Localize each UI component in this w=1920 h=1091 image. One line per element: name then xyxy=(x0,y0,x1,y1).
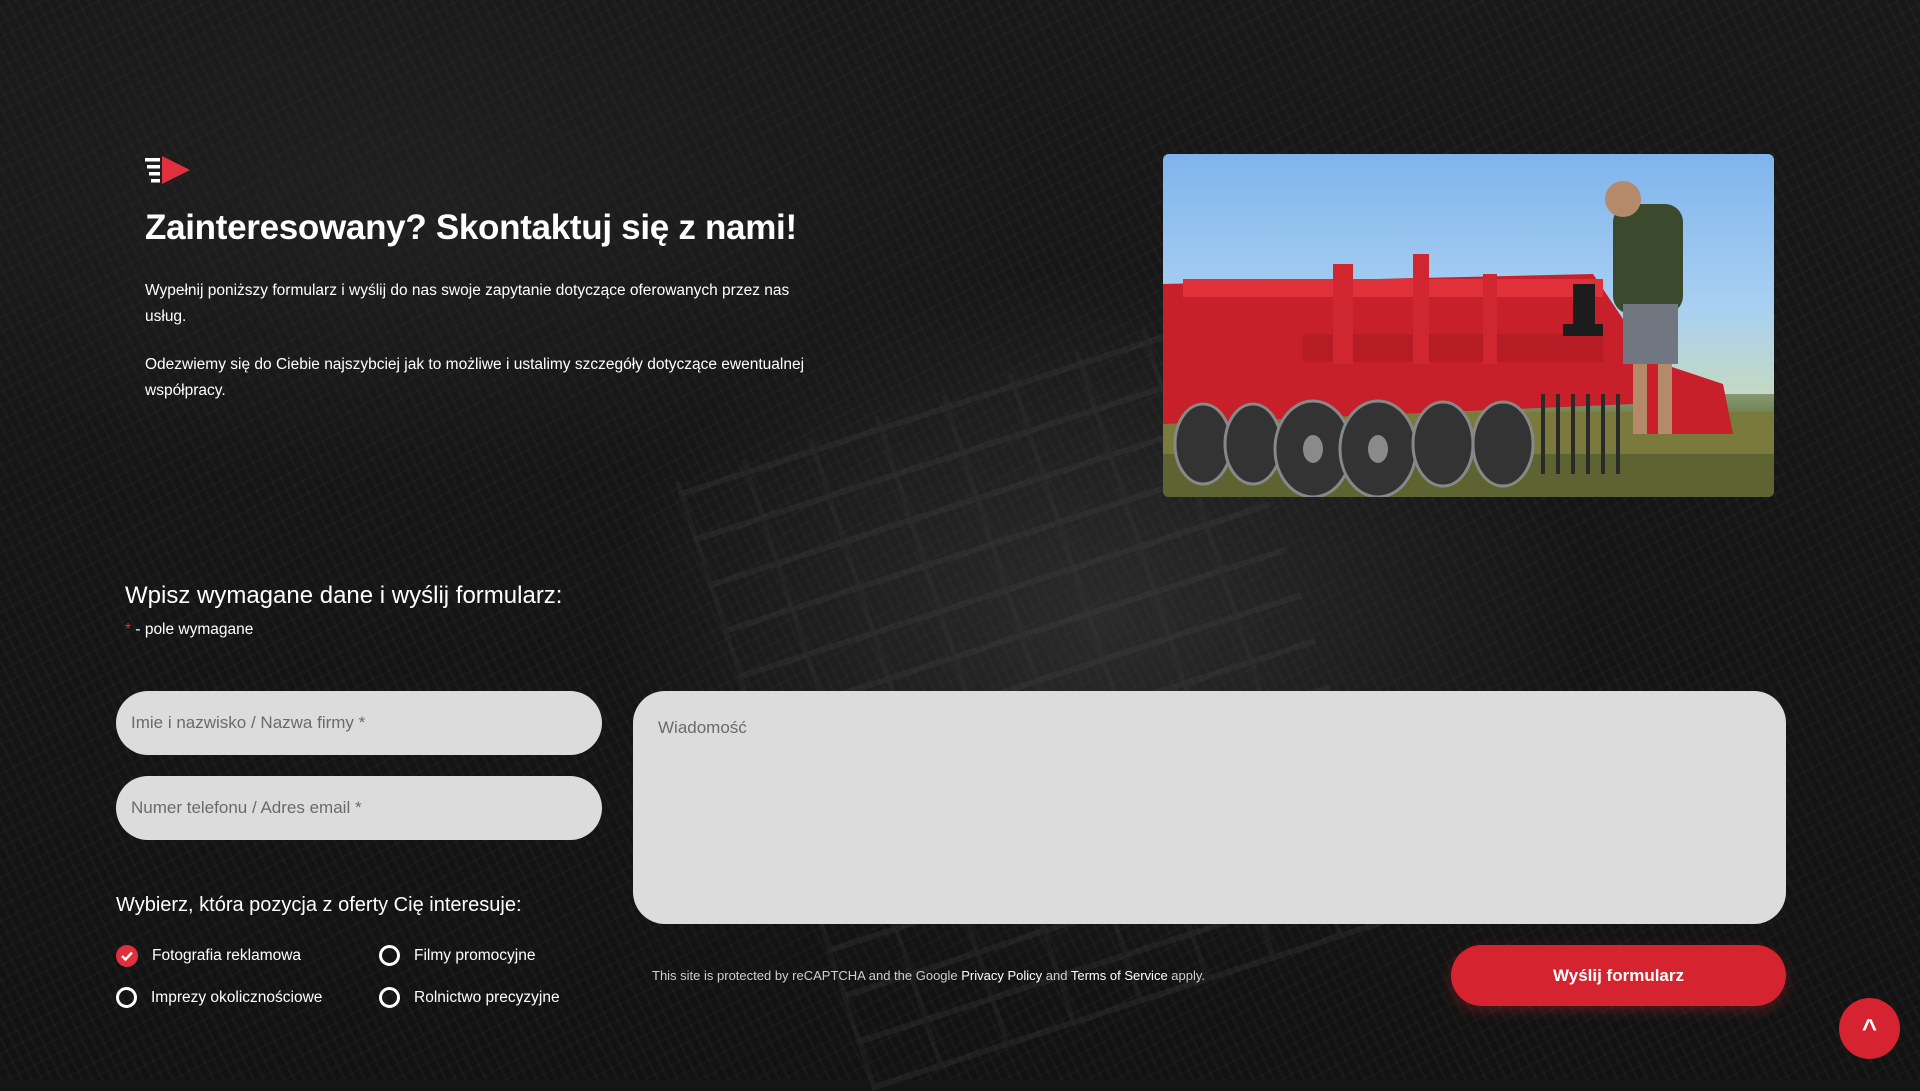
brand-logo-icon xyxy=(145,156,191,184)
terms-of-service-link[interactable]: Terms of Service xyxy=(1071,968,1168,983)
privacy-policy-link[interactable]: Privacy Policy xyxy=(961,968,1042,983)
contact-input[interactable] xyxy=(116,776,602,840)
option-label: Rolnictwo precyzyjne xyxy=(414,988,560,1006)
page-title: Zainteresowany? Skontaktuj się z nami! xyxy=(145,208,797,247)
radio-icon[interactable] xyxy=(379,987,400,1008)
intro-paragraph-2: Odezwiemy się do Ciebie najszybciej jak … xyxy=(145,356,805,399)
chevron-up-icon: ^ xyxy=(1861,1013,1878,1043)
required-note: * - pole wymagane xyxy=(125,621,253,639)
recaptcha-notice: This site is protected by reCAPTCHA and … xyxy=(652,968,1205,983)
name-input[interactable] xyxy=(116,691,602,755)
intro-paragraph-1: Wypełnij poniższy formularz i wyślij do … xyxy=(145,282,790,325)
option-label: Filmy promocyjne xyxy=(414,946,536,964)
check-icon[interactable] xyxy=(116,945,138,967)
option-rolnictwo-precyzyjne[interactable]: Rolnictwo precyzyjne xyxy=(379,987,560,1008)
option-imprezy-okolicznosciowe[interactable]: Imprezy okolicznościowe xyxy=(116,987,322,1008)
hero-photo xyxy=(1163,154,1774,497)
required-note-text: - pole wymagane xyxy=(131,621,254,638)
offer-heading: Wybierz, która pozycja z oferty Cię inte… xyxy=(116,894,522,916)
radio-icon[interactable] xyxy=(379,945,400,966)
recaptcha-prefix: This site is protected by reCAPTCHA and … xyxy=(652,968,962,983)
option-fotografia-reklamowa[interactable]: Fotografia reklamowa xyxy=(116,945,301,967)
message-textarea[interactable] xyxy=(633,691,1786,924)
form-heading: Wpisz wymagane dane i wyślij formularz: xyxy=(125,582,563,609)
option-label: Fotografia reklamowa xyxy=(152,947,302,964)
option-label: Imprezy okolicznościowe xyxy=(151,988,323,1006)
recaptcha-suffix: apply. xyxy=(1167,968,1206,983)
recaptcha-and: and xyxy=(1042,968,1071,983)
scroll-to-top-button[interactable]: ^ xyxy=(1839,998,1900,1059)
option-filmy-promocyjne[interactable]: Filmy promocyjne xyxy=(379,945,535,966)
radio-icon[interactable] xyxy=(116,987,137,1008)
submit-button[interactable]: Wyślij formularz xyxy=(1451,945,1786,1006)
